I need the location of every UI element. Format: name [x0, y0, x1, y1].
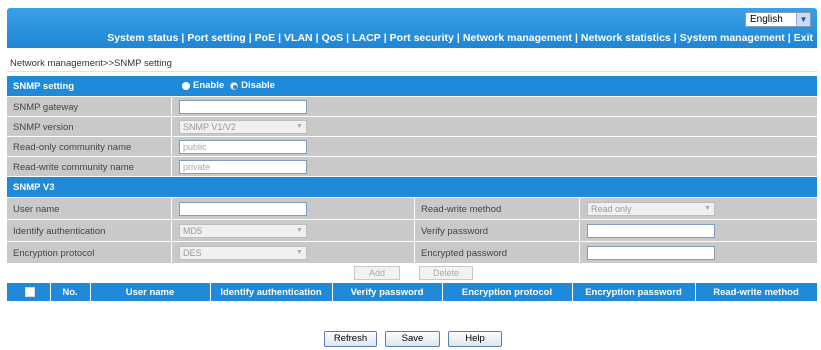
rw-method-select[interactable]: Read only ▼	[587, 202, 715, 216]
col-user-name: User name	[125, 287, 175, 298]
read-write-community-label: Read-write community name	[13, 162, 134, 173]
save-button[interactable]: Save	[385, 331, 440, 347]
v3-username-row: User name Read-write method Read only ▼	[7, 197, 817, 219]
divider	[579, 242, 580, 263]
v3-username-input[interactable]	[179, 202, 307, 216]
snmp-v3-label: SNMP V3	[13, 182, 55, 193]
read-only-community-input[interactable]: public	[179, 140, 307, 154]
divider	[171, 97, 172, 116]
snmp-v3-row: SNMP V3	[7, 177, 817, 197]
read-only-community-row: Read-only community name public	[7, 136, 817, 156]
v3-action-row: Add Delete	[7, 263, 817, 283]
snmp-version-select[interactable]: SNMP V1/V2 ▼	[179, 120, 307, 134]
snmp-version-value: SNMP V1/V2	[183, 122, 236, 132]
snmp-gateway-row: SNMP gateway	[7, 96, 817, 116]
verify-password-input[interactable]	[587, 224, 715, 238]
chevron-down-icon: ▼	[296, 123, 303, 130]
disable-label: Disable	[241, 80, 275, 91]
enable-label: Enable	[193, 80, 225, 91]
divider	[579, 198, 580, 219]
refresh-button[interactable]: Refresh	[324, 331, 377, 347]
divider	[414, 242, 415, 263]
radio-dot-icon	[182, 81, 190, 90]
chevron-down-icon: ▼	[704, 205, 711, 212]
auth-label: Identify authentication	[13, 226, 106, 237]
rw-method-label: Read-write method	[421, 204, 502, 215]
disable-radio[interactable]: Disable	[230, 80, 275, 91]
nav-port-security[interactable]: Port security	[390, 32, 454, 44]
add-button[interactable]: Add	[354, 266, 400, 280]
divider	[579, 220, 580, 241]
v3-encryption-row: Encryption protocol DES ▼ Encrypted pass…	[7, 241, 817, 263]
v3-users-table-header: No. User name Identify authentication Ve…	[7, 283, 817, 301]
snmp-setting-label: SNMP setting	[13, 81, 75, 92]
snmp-gateway-label: SNMP gateway	[13, 102, 79, 113]
nav-qos[interactable]: QoS	[322, 32, 344, 44]
chevron-down-icon: ▼	[296, 249, 303, 256]
select-all-checkbox[interactable]	[25, 287, 35, 297]
encrypted-password-label: Encrypted password	[421, 248, 508, 259]
nav-network-statistics[interactable]: Network statistics	[581, 32, 671, 44]
breadcrumb: Network management>>SNMP setting	[10, 58, 172, 69]
col-no: No.	[62, 287, 78, 298]
col-encryption-password: Encryption password	[585, 287, 682, 298]
nav-port-setting[interactable]: Port setting	[187, 32, 245, 44]
delete-button[interactable]: Delete	[419, 266, 473, 280]
divider	[7, 71, 817, 72]
col-read-write-method: Read-write method	[713, 287, 799, 298]
help-button[interactable]: Help	[448, 331, 502, 347]
chevron-down-icon: ▼	[296, 227, 303, 234]
snmp-setting-row: SNMP setting Enable Disable	[7, 76, 817, 96]
divider	[414, 220, 415, 241]
divider	[171, 220, 172, 241]
col-encryption-protocol: Encryption protocol	[461, 287, 553, 298]
divider	[171, 242, 172, 263]
header-bar: English ▼ System status | Port setting | PoE…	[7, 8, 817, 48]
main-nav: System status | Port setting | PoE | VLAN | QoS |…	[107, 32, 813, 44]
col-identify-authentication: Identify authentication	[220, 287, 322, 298]
nav-system-management[interactable]: System management	[680, 32, 785, 44]
divider	[414, 198, 415, 219]
nav-poe[interactable]: PoE	[255, 32, 275, 44]
auth-value: MD5	[183, 226, 203, 236]
read-write-community-row: Read-write community name private	[7, 156, 817, 176]
read-write-community-input[interactable]: private	[179, 160, 307, 174]
encryption-protocol-value: DES	[183, 248, 202, 258]
divider	[171, 157, 172, 176]
language-select[interactable]: English ▼	[745, 12, 811, 27]
verify-password-label: Verify password	[421, 226, 489, 237]
encryption-protocol-select[interactable]: DES ▼	[179, 246, 307, 260]
language-value: English	[750, 14, 783, 25]
nav-network-management[interactable]: Network management	[463, 32, 572, 44]
auth-select[interactable]: MD5 ▼	[179, 224, 307, 238]
rw-method-value: Read only	[591, 204, 632, 214]
snmp-enable-radio-group: Enable Disable	[182, 80, 275, 91]
nav-lacp[interactable]: LACP	[352, 32, 381, 44]
divider	[171, 137, 172, 156]
divider	[171, 117, 172, 136]
v3-username-label: User name	[13, 204, 60, 215]
snmp-version-row: SNMP version SNMP V1/V2 ▼	[7, 116, 817, 136]
encrypted-password-input[interactable]	[587, 246, 715, 260]
v3-auth-row: Identify authentication MD5 ▼ Verify pas…	[7, 219, 817, 241]
encryption-protocol-label: Encryption protocol	[13, 248, 95, 259]
col-verify-password: Verify password	[350, 287, 424, 298]
snmp-form: SNMP setting Enable Disable SNMP gateway…	[7, 76, 817, 301]
radio-dot-selected-icon	[230, 81, 239, 90]
chevron-down-icon: ▼	[796, 13, 810, 26]
snmp-version-label: SNMP version	[13, 122, 74, 133]
nav-system-status[interactable]: System status	[107, 32, 178, 44]
nav-exit[interactable]: Exit	[794, 32, 813, 44]
snmp-gateway-input[interactable]	[179, 100, 307, 114]
read-only-community-label: Read-only community name	[13, 142, 132, 153]
divider	[171, 198, 172, 219]
enable-radio[interactable]: Enable	[182, 80, 224, 91]
nav-vlan[interactable]: VLAN	[284, 32, 313, 44]
